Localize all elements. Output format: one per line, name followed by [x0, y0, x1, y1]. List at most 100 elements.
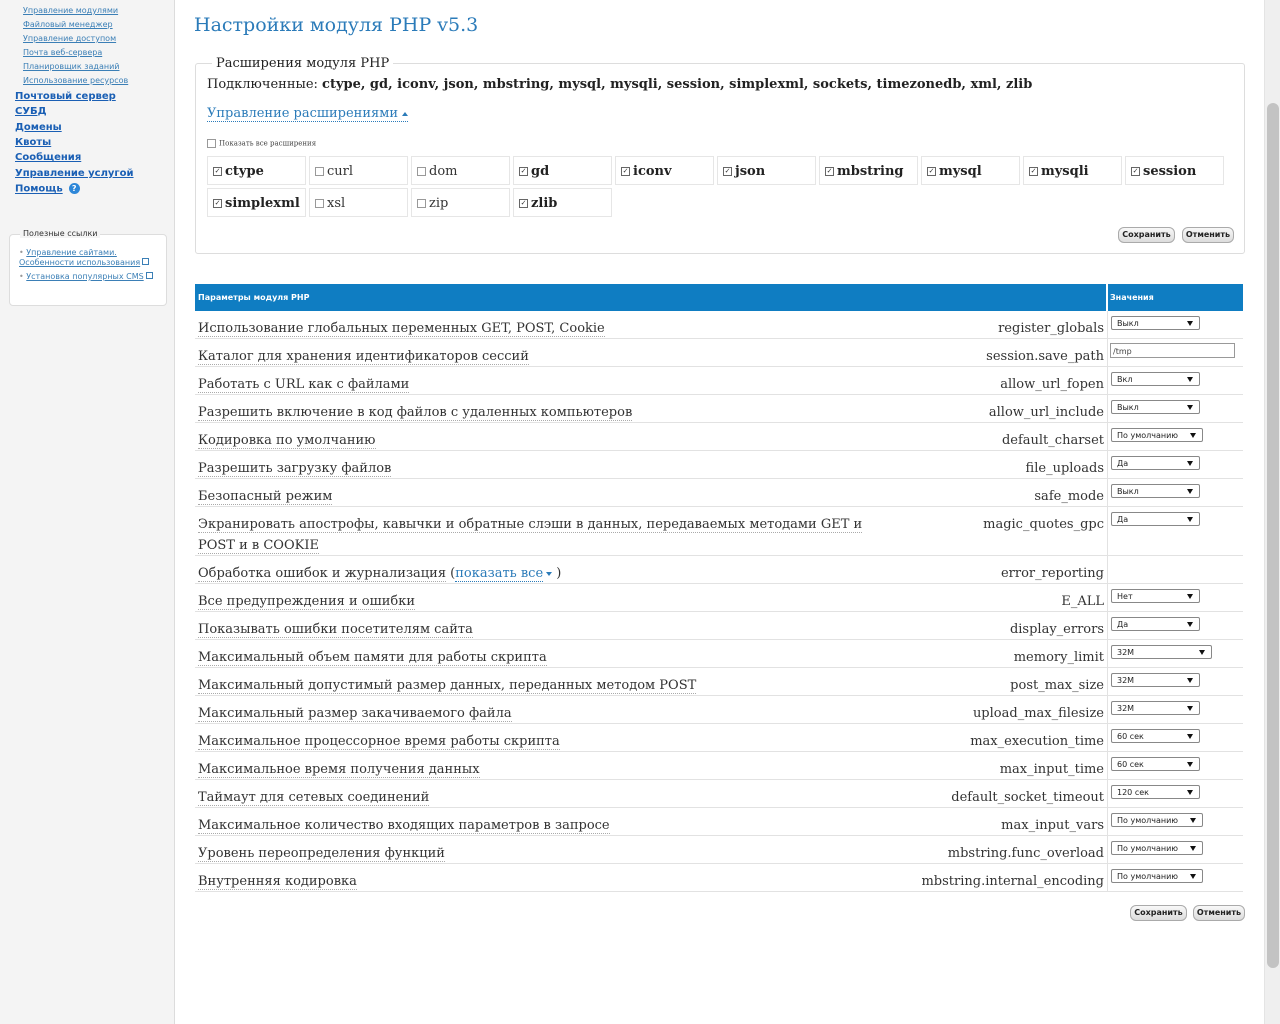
- param-value-select[interactable]: 32M: [1111, 645, 1212, 659]
- help-icon[interactable]: ?: [68, 183, 80, 194]
- sidebar-link-scheduler[interactable]: Планировщик заданий: [23, 62, 119, 71]
- extension-checkbox[interactable]: [417, 199, 426, 208]
- extension-ctype[interactable]: ✓ ctype: [207, 156, 306, 185]
- extension-session[interactable]: ✓ session: [1125, 156, 1224, 185]
- page-scrollbar[interactable]: [1264, 0, 1280, 1024]
- param-row-allow_url_include: Разрешить включение в код файлов с удале…: [195, 395, 1243, 423]
- row-divider: [1107, 556, 1108, 583]
- sidebar-link-access[interactable]: Управление доступом: [23, 34, 116, 43]
- extension-checkbox[interactable]: ✓: [927, 167, 936, 176]
- param-value-select[interactable]: По умолчанию: [1111, 428, 1203, 442]
- page-title: Настройки модуля PHP v5.3: [194, 14, 479, 36]
- extension-curl[interactable]: curl: [309, 156, 408, 185]
- param-value-input[interactable]: /tmp: [1110, 343, 1235, 358]
- extension-dom[interactable]: dom: [411, 156, 510, 185]
- param-value-select[interactable]: 60 сек: [1111, 729, 1200, 743]
- sidebar-item-mail-server[interactable]: Почтовый сервер: [15, 91, 116, 102]
- extensions-save-button[interactable]: Сохранить: [1118, 227, 1175, 243]
- dropdown-arrow-icon: [1199, 650, 1205, 655]
- param-label: Максимальное время получения данных: [198, 759, 878, 780]
- show-all-checkbox[interactable]: [207, 139, 216, 148]
- sidebar-link-resources[interactable]: Использование ресурсов: [23, 76, 128, 85]
- param-value-select[interactable]: 32M: [1111, 701, 1200, 715]
- useful-link-cms[interactable]: • Установка популярных CMS: [19, 272, 159, 282]
- sidebar-link-file-manager[interactable]: Файловый менеджер: [23, 20, 113, 29]
- dropdown-arrow-icon: [1187, 377, 1193, 382]
- param-value-select[interactable]: Выкл: [1111, 316, 1200, 330]
- extension-mbstring[interactable]: ✓ mbstring: [819, 156, 918, 185]
- show-all-params-link[interactable]: показать все: [455, 566, 544, 582]
- row-divider: [1107, 584, 1108, 611]
- param-value-select[interactable]: По умолчанию: [1111, 841, 1203, 855]
- extension-mysql[interactable]: ✓ mysql: [921, 156, 1020, 185]
- show-all-extensions[interactable]: Показать все расширения: [207, 139, 316, 148]
- param-row-display_errors: Показывать ошибки посетителям сайта displ…: [195, 612, 1243, 640]
- param-label-text: Разрешить включение в код файлов с удале…: [198, 405, 633, 421]
- extension-label: session: [1143, 164, 1197, 179]
- extension-checkbox[interactable]: ✓: [825, 167, 834, 176]
- extensions-cancel-button[interactable]: Отменить: [1182, 227, 1234, 243]
- param-value-select[interactable]: Да: [1111, 456, 1200, 470]
- extension-checkbox[interactable]: [315, 199, 324, 208]
- param-value-select[interactable]: Да: [1111, 512, 1200, 526]
- param-name: display_errors: [1009, 622, 1104, 637]
- sidebar-item-service[interactable]: Управление услугой: [15, 168, 134, 179]
- dropdown-arrow-icon: [1190, 433, 1196, 438]
- extension-zip[interactable]: zip: [411, 188, 510, 217]
- sidebar-item-domains[interactable]: Домены: [15, 122, 62, 133]
- extension-checkbox[interactable]: ✓: [1131, 167, 1140, 176]
- extensions-connected: Подключенные: ctype, gd, iconv, json, mb…: [207, 77, 1032, 92]
- dropdown-arrow-icon: [1187, 622, 1193, 627]
- param-value-select[interactable]: Выкл: [1111, 484, 1200, 498]
- extension-json[interactable]: ✓ json: [717, 156, 816, 185]
- manage-extensions-link[interactable]: Управление расширениями: [207, 106, 408, 122]
- extension-checkbox[interactable]: ✓: [621, 167, 630, 176]
- sidebar-item-messages[interactable]: Сообщения: [15, 152, 81, 163]
- row-divider: [1107, 451, 1108, 478]
- extension-label: xsl: [327, 196, 346, 211]
- extension-checkbox[interactable]: ✓: [1029, 167, 1038, 176]
- param-value-select[interactable]: 120 сек: [1111, 785, 1200, 799]
- param-value-select[interactable]: 60 сек: [1111, 757, 1200, 771]
- extension-mysqli[interactable]: ✓ mysqli: [1023, 156, 1122, 185]
- param-value-select[interactable]: Выкл: [1111, 400, 1200, 414]
- row-divider: [1107, 668, 1108, 695]
- sidebar-item-help[interactable]: Помощь?: [15, 183, 80, 195]
- extension-simplexml[interactable]: ✓ simplexml: [207, 188, 306, 217]
- dropdown-arrow-icon: [1190, 846, 1196, 851]
- extension-checkbox[interactable]: ✓: [213, 199, 222, 208]
- sidebar-link-webserver-mail[interactable]: Почта веб-сервера: [23, 48, 102, 57]
- sidebar-item-quotas[interactable]: Квоты: [15, 137, 51, 148]
- param-name: memory_limit: [1013, 650, 1104, 665]
- params-cancel-button[interactable]: Отменить: [1193, 905, 1245, 921]
- extension-checkbox[interactable]: ✓: [519, 199, 528, 208]
- extension-checkbox[interactable]: ✓: [519, 167, 528, 176]
- select-value: 60 сек: [1117, 760, 1144, 769]
- extension-zlib[interactable]: ✓ zlib: [513, 188, 612, 217]
- param-value-select[interactable]: По умолчанию: [1111, 869, 1203, 883]
- param-value-select[interactable]: 32M: [1111, 673, 1200, 687]
- extension-checkbox[interactable]: [417, 167, 426, 176]
- param-label-text: Экранировать апострофы, кавычки и обратн…: [198, 517, 863, 554]
- param-label: Использование глобальных переменных GET,…: [198, 318, 878, 339]
- extension-gd[interactable]: ✓ gd: [513, 156, 612, 185]
- params-save-button[interactable]: Сохранить: [1130, 905, 1187, 921]
- sidebar-link-modules[interactable]: Управление модулями: [23, 6, 118, 15]
- param-label-text: Максимальное процессорное время работы с…: [198, 734, 560, 750]
- param-value-select[interactable]: Да: [1111, 617, 1200, 631]
- extension-checkbox[interactable]: ✓: [213, 167, 222, 176]
- extension-checkbox[interactable]: [315, 167, 324, 176]
- external-link-icon: [142, 258, 150, 265]
- select-value: Да: [1117, 459, 1129, 468]
- select-value: По умолчанию: [1117, 872, 1179, 881]
- extension-xsl[interactable]: xsl: [309, 188, 408, 217]
- useful-link-sites[interactable]: • Управление сайтами. Особенности исполь…: [19, 248, 159, 268]
- extension-checkbox[interactable]: ✓: [723, 167, 732, 176]
- extension-label: mysqli: [1041, 164, 1089, 179]
- param-value-select[interactable]: Нет: [1111, 589, 1200, 603]
- extension-iconv[interactable]: ✓ iconv: [615, 156, 714, 185]
- scrollbar-thumb[interactable]: [1267, 103, 1279, 968]
- sidebar-item-dbms[interactable]: СУБД: [15, 106, 47, 117]
- param-value-select[interactable]: Вкл: [1111, 372, 1200, 386]
- param-value-select[interactable]: По умолчанию: [1111, 813, 1203, 827]
